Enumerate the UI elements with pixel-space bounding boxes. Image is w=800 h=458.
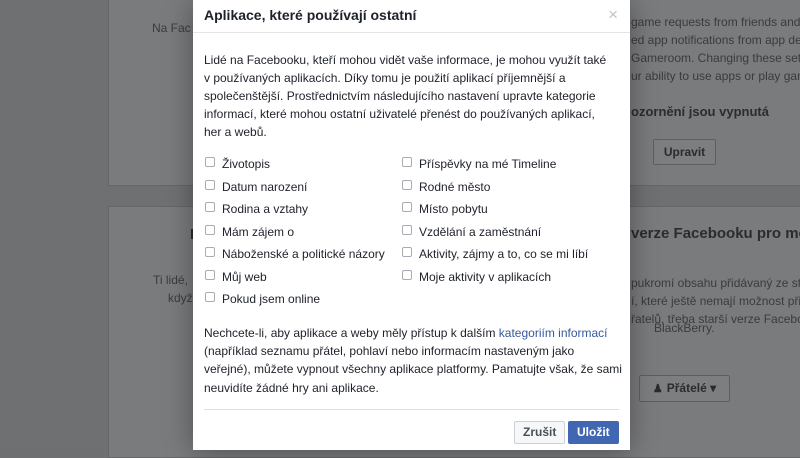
option-pokud-jsem-online[interactable]: Pokud jsem online xyxy=(205,288,385,311)
background-text: Ti lidé, xyxy=(153,273,188,287)
background-text: game requests from friends and xyxy=(631,15,800,29)
option-label: Aktivity, zájmy a to, co se mi líbí xyxy=(419,247,589,262)
checkbox[interactable] xyxy=(402,157,412,168)
checkbox[interactable] xyxy=(205,179,215,190)
cancel-button[interactable]: Zrušit xyxy=(514,421,566,444)
checkbox[interactable] xyxy=(402,269,412,280)
apps-others-use-dialog: Aplikace, které používají ostatní × Lidé… xyxy=(193,0,630,450)
checkbox[interactable] xyxy=(205,247,215,258)
option-aktivity-v-aplikacich[interactable]: Moje aktivity v aplikacích xyxy=(402,266,588,289)
option-label: Pokud jsem online xyxy=(222,292,321,307)
background-heading: verze Facebooku pro mobi xyxy=(631,225,800,242)
friends-button-label: Přátelé xyxy=(666,381,707,395)
option-datum-narozeni[interactable]: Datum narození xyxy=(205,176,385,199)
dialog-intro: Lidé na Facebooku, kteří mohou vidět vaš… xyxy=(204,53,607,139)
checkbox[interactable] xyxy=(402,224,412,235)
option-misto-pobytu[interactable]: Místo pobytu xyxy=(402,198,588,221)
option-vzdelani-zamestnani[interactable]: Vzdělání a zaměstnání xyxy=(402,221,588,244)
save-button[interactable]: Uložit xyxy=(568,421,619,444)
background-text: ur ability to use apps or play game xyxy=(631,69,800,83)
option-label: Rodina a vztahy xyxy=(222,202,309,217)
dialog-header: Aplikace, které používají ostatní × xyxy=(193,0,630,33)
option-label: Mám zájem o xyxy=(222,224,295,239)
background-text: ed app notifications from app deve xyxy=(631,33,800,47)
notifications-status: ozornění jsou vypnutá xyxy=(631,104,769,119)
close-icon[interactable]: × xyxy=(608,6,618,24)
checkbox[interactable] xyxy=(402,179,412,190)
background-text: Gameroom. Changing these settin xyxy=(631,51,800,65)
dialog-note: Nechcete-li, aby aplikace a weby měly př… xyxy=(204,324,622,397)
background-text: když xyxy=(168,291,193,305)
friends-audience-button[interactable]: ♟ Přátelé ▾ xyxy=(639,375,730,402)
background-text: í, které ještě nemají možnost při xyxy=(631,294,800,308)
checkbox[interactable] xyxy=(205,292,215,303)
note-text: (například seznamu přátel, pohlaví nebo … xyxy=(204,344,622,395)
option-label: Životopis xyxy=(222,157,271,172)
option-mam-zajem-o[interactable]: Mám zájem o xyxy=(205,221,385,244)
option-label: Rodné město xyxy=(419,179,491,194)
option-zivotopis[interactable]: Životopis xyxy=(205,153,385,176)
background-text: Na Fac xyxy=(152,21,191,35)
option-label: Moje aktivity v aplikacích xyxy=(419,269,552,284)
option-label: Příspěvky na mé Timeline xyxy=(419,157,557,172)
dialog-title: Aplikace, které používají ostatní xyxy=(204,7,417,23)
checkbox[interactable] xyxy=(205,202,215,213)
checkbox[interactable] xyxy=(205,157,215,168)
option-rodina-a-vztahy[interactable]: Rodina a vztahy xyxy=(205,198,385,221)
options-right-column: Příspěvky na mé Timeline Rodné město Mís… xyxy=(402,153,588,288)
option-nabozenske-nazory[interactable]: Náboženské a politické názory xyxy=(205,243,385,266)
option-label: Vzdělání a zaměstnání xyxy=(419,224,542,239)
checkbox[interactable] xyxy=(205,269,215,280)
option-label: Místo pobytu xyxy=(419,202,488,217)
info-categories-link[interactable]: kategoriím informací xyxy=(499,326,608,340)
checkbox[interactable] xyxy=(402,247,412,258)
option-rodne-mesto[interactable]: Rodné město xyxy=(402,176,588,199)
footer-divider xyxy=(204,409,619,410)
checkbox[interactable] xyxy=(205,224,215,235)
option-muj-web[interactable]: Můj web xyxy=(205,266,385,289)
background-text: pukromí obsahu přidávaný ze sta xyxy=(631,276,800,290)
edit-button[interactable]: Upravit xyxy=(653,139,716,165)
checkbox[interactable] xyxy=(402,202,412,213)
background-text: BlackBerry. xyxy=(654,321,715,335)
option-prispevky-timeline[interactable]: Příspěvky na mé Timeline xyxy=(402,153,588,176)
option-aktivity-zajmy[interactable]: Aktivity, zájmy a to, co se mi líbí xyxy=(402,243,588,266)
option-label: Náboženské a politické názory xyxy=(222,247,385,262)
chevron-down-icon: ▾ xyxy=(710,381,717,395)
options-left-column: Životopis Datum narození Rodina a vztahy… xyxy=(205,153,385,311)
option-label: Datum narození xyxy=(222,179,308,194)
note-text: Nechcete-li, aby aplikace a weby měly př… xyxy=(204,326,499,340)
people-icon: ♟ xyxy=(652,383,663,395)
option-label: Můj web xyxy=(222,269,267,284)
